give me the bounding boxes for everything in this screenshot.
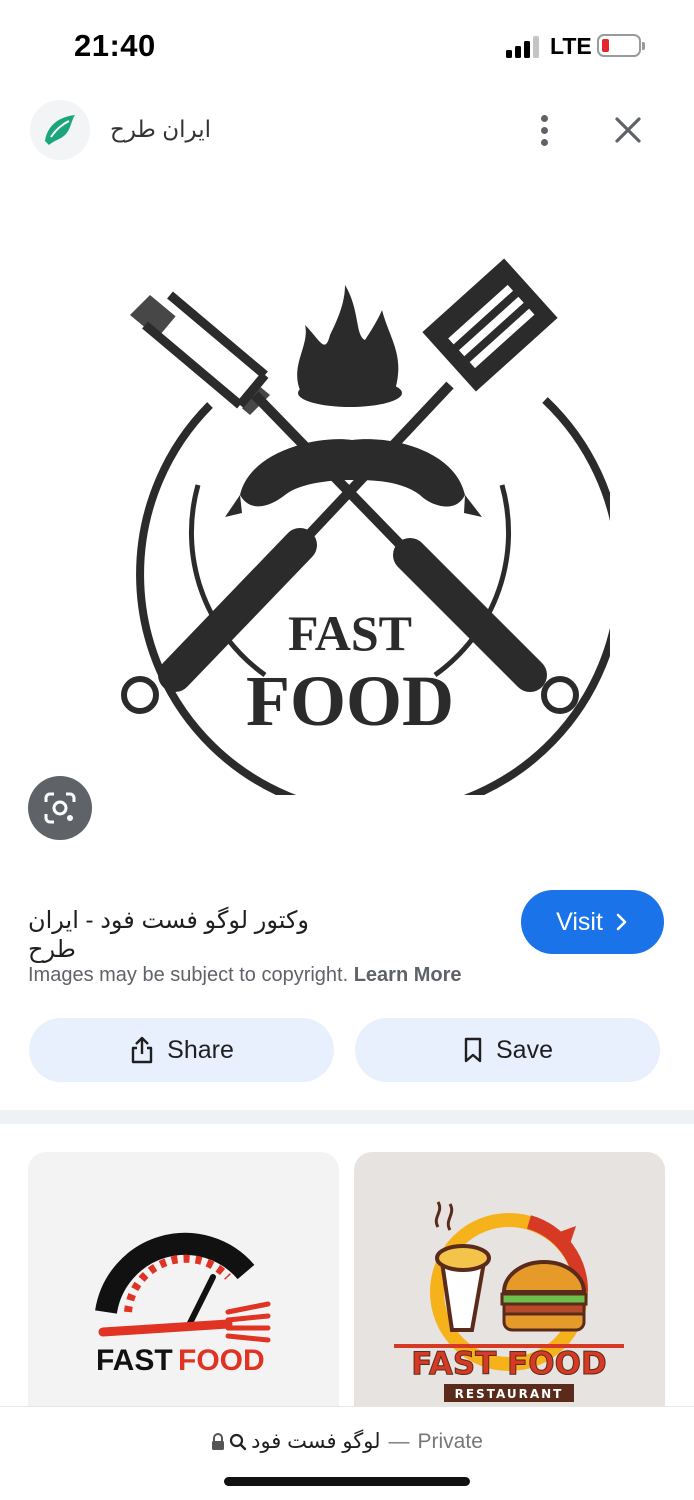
fast-food-logo-image: FAST FOOD bbox=[121, 258, 625, 819]
logo-text-fast: FAST bbox=[288, 605, 412, 661]
signal-icon bbox=[506, 36, 542, 58]
lock-icon bbox=[212, 1432, 225, 1450]
bookmark-icon bbox=[464, 1037, 482, 1063]
share-button[interactable]: Share bbox=[29, 1018, 334, 1082]
copyright-text: Images may be subject to copyright. bbox=[28, 964, 349, 986]
chevron-right-icon bbox=[616, 913, 627, 931]
more-vert-icon bbox=[540, 114, 548, 122]
search-icon bbox=[230, 1433, 247, 1450]
viewer-header: ایران طرح bbox=[0, 96, 694, 166]
share-icon bbox=[131, 1036, 153, 1064]
home-indicator[interactable] bbox=[224, 1477, 470, 1486]
close-button[interactable] bbox=[606, 108, 650, 152]
battery-icon bbox=[597, 34, 645, 57]
image-title: وکتور لوگو فست فود - ایران طرح bbox=[28, 907, 310, 963]
save-label: Save bbox=[496, 1035, 553, 1064]
related-image-1[interactable]: FAST FOOD bbox=[28, 1152, 339, 1412]
status-time: 21:40 bbox=[74, 28, 156, 63]
related2-text-main: FAST FOOD bbox=[411, 1346, 607, 1382]
network-label: LTE bbox=[550, 33, 592, 59]
save-button[interactable]: Save bbox=[355, 1018, 660, 1082]
site-name[interactable]: ایران طرح bbox=[110, 116, 211, 143]
logo-text-food: FOOD bbox=[246, 661, 454, 741]
visit-label: Visit bbox=[556, 907, 603, 936]
related-image-2[interactable]: FAST FOOD RESTAURANT bbox=[354, 1152, 665, 1412]
search-query: لوگو فست فود bbox=[251, 1430, 381, 1453]
related1-text-food: FOOD bbox=[178, 1344, 265, 1377]
status-bar: 21:40 LTE bbox=[0, 0, 694, 90]
lens-search-button[interactable] bbox=[28, 776, 92, 840]
leaf-logo-icon bbox=[45, 115, 75, 145]
copyright-notice: Images may be subject to copyright. Lear… bbox=[28, 964, 462, 987]
visit-button[interactable]: Visit bbox=[521, 890, 664, 954]
share-label: Share bbox=[167, 1035, 234, 1064]
lens-icon bbox=[44, 792, 76, 824]
fastfood-restaurant-logo: FAST FOOD RESTAURANT bbox=[394, 1201, 624, 1402]
related2-text-sub: RESTAURANT bbox=[455, 1387, 564, 1401]
close-icon bbox=[615, 117, 641, 143]
fastfood-speedometer-logo: FAST FOOD bbox=[95, 1232, 271, 1377]
related1-text-fast: FAST bbox=[96, 1344, 173, 1377]
private-mode-label: Private bbox=[417, 1429, 483, 1453]
separator: — bbox=[388, 1429, 410, 1453]
more-options-button[interactable] bbox=[522, 108, 566, 152]
address-field[interactable]: لوگو فست فود — Private bbox=[0, 1429, 694, 1454]
main-image[interactable]: FAST FOOD bbox=[90, 255, 625, 819]
section-divider bbox=[0, 1110, 694, 1124]
learn-more-link[interactable]: Learn More bbox=[354, 964, 462, 986]
site-favicon[interactable] bbox=[30, 100, 90, 160]
bottom-address-bar[interactable]: لوگو فست فود — Private bbox=[0, 1406, 694, 1500]
